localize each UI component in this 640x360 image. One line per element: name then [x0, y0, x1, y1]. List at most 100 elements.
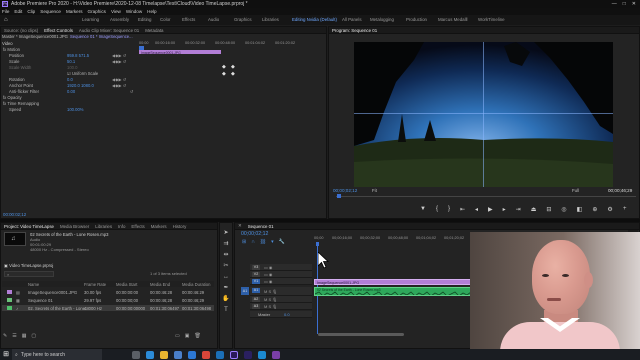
- keyframe-nav-position[interactable]: ◀◆▶ ↺: [112, 53, 126, 58]
- keyframe-icon[interactable]: ◆: [222, 64, 226, 70]
- workspace-tab-editing[interactable]: Editing: [138, 17, 160, 22]
- chrome-icon[interactable]: [202, 350, 210, 359]
- workspace-tab-metalogging[interactable]: Metalogging: [370, 17, 406, 22]
- track-header-a3[interactable]: A3 M S 🎙: [250, 303, 312, 310]
- menu-markers[interactable]: Markers: [66, 9, 83, 14]
- edge-icon[interactable]: [146, 350, 154, 359]
- menu-help[interactable]: Help: [147, 9, 156, 14]
- workspace-tab-graphics[interactable]: Graphics: [234, 17, 262, 22]
- program-monitor-title[interactable]: Program: Sequence 01: [332, 28, 377, 33]
- ec-value-scale[interactable]: 50.1: [67, 59, 75, 64]
- go-to-out-icon[interactable]: ⇥: [516, 206, 521, 213]
- track-toggle-icons[interactable]: M S 🎙: [264, 289, 277, 294]
- windows-start-icon[interactable]: ⊞: [0, 349, 12, 360]
- snap-icon[interactable]: ∩: [251, 239, 255, 245]
- ec-row-opacity[interactable]: fx Opacity: [3, 95, 22, 100]
- master-track-value[interactable]: 0.0: [284, 312, 290, 317]
- pencil-icon[interactable]: ✎: [3, 333, 7, 339]
- menu-clip[interactable]: Clip: [27, 9, 35, 14]
- tab-info[interactable]: Info: [118, 224, 125, 229]
- ec-mini-ruler[interactable]: 00:00 00:00:16:00 00:00:32:00 00:00:48:0…: [137, 41, 327, 45]
- program-fit-select[interactable]: Fit: [372, 188, 377, 193]
- menu-view[interactable]: View: [111, 9, 121, 14]
- new-item-icon[interactable]: ▣: [185, 333, 190, 339]
- step-forward-icon[interactable]: ▸: [503, 206, 506, 213]
- keyframe-icon[interactable]: ◆: [231, 64, 235, 70]
- track-header-a2[interactable]: A2 M S 🎙: [250, 296, 312, 303]
- ec-uniform-scale[interactable]: ☑ Uniform Scale: [67, 71, 98, 76]
- pen-tool-icon[interactable]: ✒: [222, 284, 230, 292]
- selection-tool-icon[interactable]: ➤: [222, 229, 230, 237]
- keyframe-icon[interactable]: ◆: [222, 71, 226, 77]
- ec-value-anti-flicker[interactable]: 0.00: [67, 89, 75, 94]
- in-point-icon[interactable]: {: [436, 206, 438, 213]
- workspace-tab-color[interactable]: Color: [160, 17, 182, 22]
- track-toggle-icons[interactable]: ▭ ◉: [264, 279, 272, 284]
- ec-sequence-label[interactable]: Sequence 01 * ImageSequence...: [70, 34, 133, 39]
- workspace-tab-effects[interactable]: Effects: [182, 17, 208, 22]
- video-clip[interactable]: ImageSequence0001.JPG: [314, 279, 492, 285]
- photoshop-icon[interactable]: [216, 350, 224, 359]
- add-marker-icon[interactable]: ▾: [271, 239, 274, 245]
- tab-libraries[interactable]: Libraries: [95, 224, 112, 229]
- workspace-tab-marcus[interactable]: Marcus Medalll: [438, 17, 478, 22]
- uniform-scale-checkbox-icon[interactable]: ☑: [67, 71, 71, 76]
- workspace-tab-audio[interactable]: Audio: [208, 17, 234, 22]
- track-header-master[interactable]: Master 0.0: [250, 311, 312, 318]
- table-row-selected[interactable]: ♪ 02. Secrets of the Earth - Lone... 480…: [2, 305, 214, 311]
- export-frame-icon[interactable]: ◎: [561, 206, 566, 213]
- comparison-icon[interactable]: ◧: [577, 206, 583, 213]
- linked-selection-icon[interactable]: ⛓: [260, 239, 266, 245]
- menu-window[interactable]: Window: [126, 9, 142, 14]
- freeform-view-icon[interactable]: ▢: [31, 333, 36, 339]
- reset-anti-flicker-icon[interactable]: ↺: [130, 89, 134, 94]
- minimize-button[interactable]: —: [612, 1, 617, 7]
- track-header-v2[interactable]: V2 ▭ ◉: [250, 271, 312, 278]
- lift-icon[interactable]: ⏏: [531, 206, 537, 213]
- mail-icon[interactable]: [188, 350, 196, 359]
- table-row[interactable]: ▦ Sequence 01 29.97 fps 00:00:00;00 00:0…: [2, 297, 214, 303]
- play-icon[interactable]: ▶: [488, 206, 493, 213]
- ec-value-anchor-point[interactable]: 1920.0 1080.0: [67, 83, 94, 88]
- tab-metadata[interactable]: Metadata: [145, 28, 163, 33]
- menu-sequence[interactable]: Sequence: [40, 9, 61, 14]
- list-view-icon[interactable]: ☰: [12, 333, 16, 339]
- col-media-start[interactable]: Media Start: [116, 282, 137, 287]
- tab-project[interactable]: Project: Video TimeLapse: [4, 224, 54, 229]
- audio-clip[interactable]: 02 Secrets of the Earth - Lone Rosen.mp3: [314, 287, 492, 296]
- keyframe-nav-rotation[interactable]: ◀◆▶ ↺: [112, 77, 126, 82]
- wrench-icon[interactable]: 🔧: [279, 239, 285, 245]
- ec-value-position[interactable]: 959.8 571.5: [67, 53, 89, 58]
- marker-icon[interactable]: ▼: [420, 206, 426, 213]
- store-icon[interactable]: [174, 350, 182, 359]
- ec-row-motion[interactable]: fx Motion: [3, 47, 20, 52]
- tab-effects[interactable]: Effects: [131, 224, 144, 229]
- taskbar-search-input[interactable]: ⌕ Type here to search: [12, 349, 102, 360]
- tab-audio-clip-mixer[interactable]: Audio Clip Mixer: Sequence 01: [79, 28, 139, 33]
- timeline-horizontal-scrollbar[interactable]: [318, 333, 404, 336]
- ec-master-label[interactable]: Master * ImageSequence0001.JPG: [2, 34, 68, 39]
- out-point-icon[interactable]: }: [448, 206, 450, 213]
- project-search-input[interactable]: ⌕: [4, 271, 54, 277]
- ec-value-speed[interactable]: 100.00%: [67, 107, 84, 112]
- clip-thumbnail[interactable]: ♫: [4, 232, 26, 246]
- new-bin-icon[interactable]: ▭: [175, 333, 180, 339]
- menu-graphics[interactable]: Graphics: [88, 9, 106, 14]
- source-patch-a1[interactable]: A1: [241, 287, 249, 295]
- extract-icon[interactable]: ⊟: [546, 206, 551, 213]
- menu-file[interactable]: File: [2, 9, 9, 14]
- tab-effect-controls[interactable]: Effect Controls: [44, 28, 73, 33]
- project-folder[interactable]: ▣ Video TimeLapse.prproj: [4, 263, 53, 268]
- track-toggle-icons[interactable]: M S 🎙: [264, 297, 277, 302]
- ec-timecode[interactable]: 00:00:02;12: [3, 212, 26, 217]
- slip-tool-icon[interactable]: ↔: [222, 273, 230, 281]
- track-header-a1[interactable]: A1 M S 🎙: [250, 287, 312, 296]
- close-button[interactable]: ✕: [632, 1, 636, 7]
- vscode-icon[interactable]: [258, 350, 266, 359]
- maximize-button[interactable]: □: [623, 1, 626, 7]
- tab-media-browser[interactable]: Media Browser: [60, 224, 89, 229]
- home-icon[interactable]: ⌂: [4, 17, 10, 23]
- nest-toggle-icon[interactable]: ⊞: [242, 239, 246, 245]
- program-timecode-current[interactable]: 00;00;02;12: [333, 188, 357, 193]
- track-select-tool-icon[interactable]: ⇉: [222, 240, 230, 248]
